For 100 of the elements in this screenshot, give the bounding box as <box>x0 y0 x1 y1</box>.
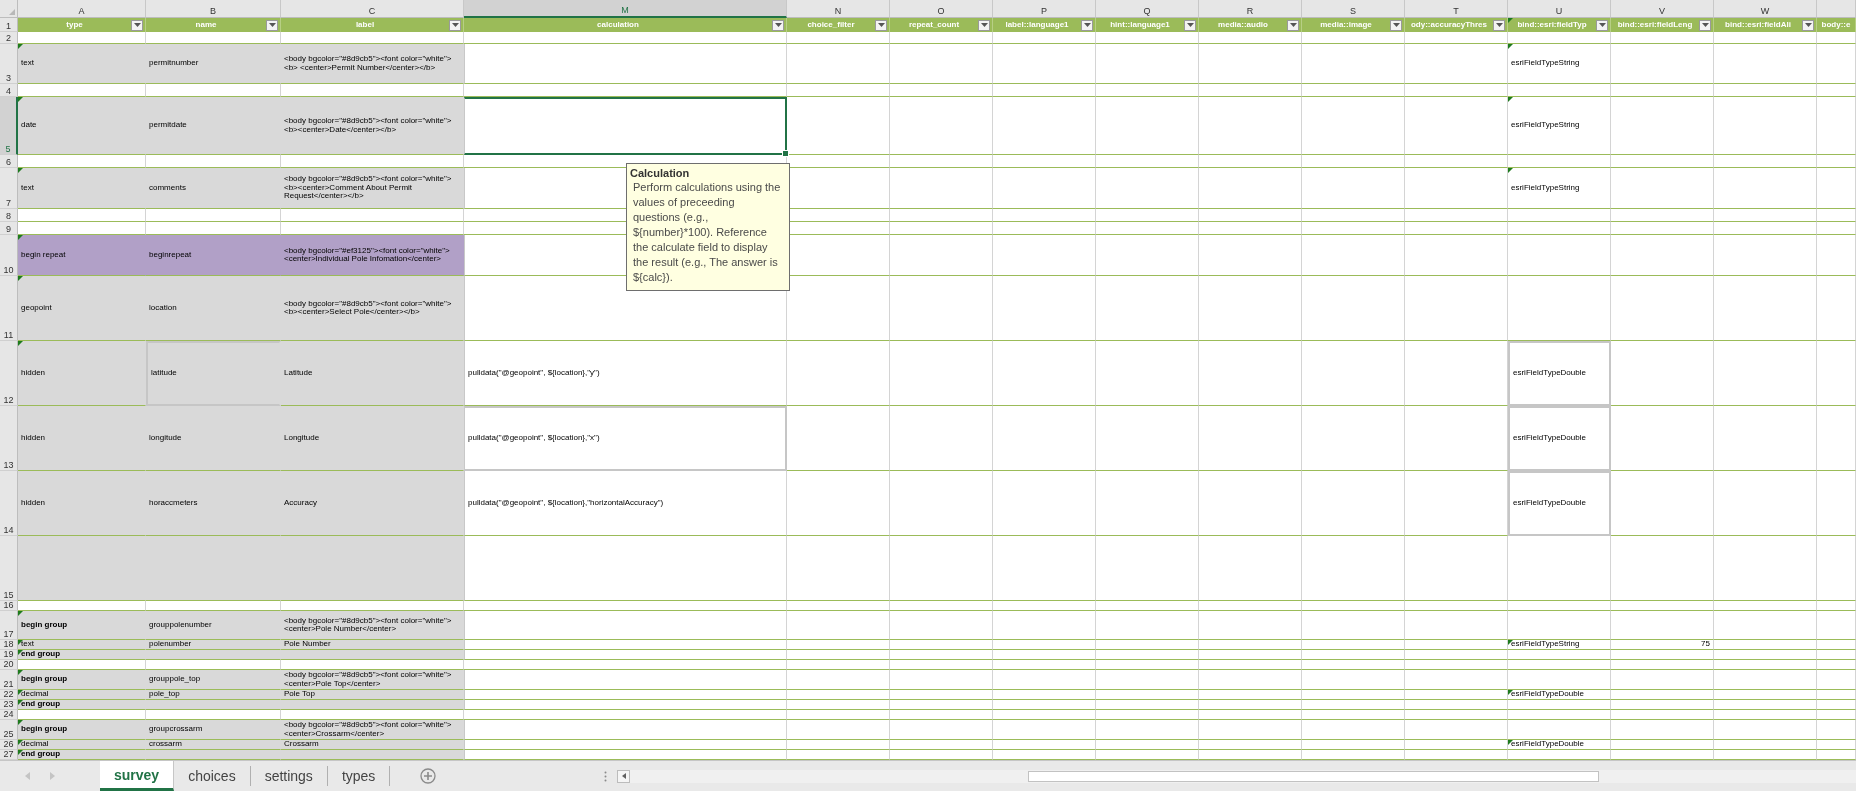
table-cell: location <box>146 276 281 341</box>
table-cell: esriFieldTypeDouble <box>1508 406 1611 471</box>
row-header[interactable]: 14 <box>0 471 18 536</box>
row-header[interactable]: 1 <box>0 18 18 32</box>
table-cell <box>1817 601 1856 611</box>
column-title: bind::esri:fieldTyp <box>1516 20 1588 30</box>
column-header[interactable]: O <box>890 0 993 18</box>
more-icon[interactable] <box>604 770 608 782</box>
row-header[interactable]: 8 <box>0 209 18 222</box>
column-title: name <box>194 20 218 30</box>
column-header[interactable]: W <box>1714 0 1817 18</box>
table-cell: crossarm <box>146 740 281 750</box>
table-cell: Latitude <box>281 341 464 406</box>
filter-button[interactable] <box>1596 19 1608 31</box>
caret-icon <box>621 773 626 779</box>
sheet-tab[interactable]: choices <box>174 766 251 786</box>
sheet-tab[interactable]: survey <box>100 761 175 791</box>
add-sheet-icon[interactable] <box>420 768 437 784</box>
table-cell <box>1817 235 1856 276</box>
caret-icon <box>1392 23 1400 27</box>
filter-button[interactable] <box>1390 19 1402 31</box>
table-cell: Pole Number <box>281 640 464 650</box>
caret-icon <box>133 23 141 27</box>
caret-icon <box>1598 23 1606 27</box>
filter-button[interactable] <box>772 19 784 31</box>
row-header[interactable]: 9 <box>0 222 18 235</box>
caret-icon <box>1804 23 1812 27</box>
caret-icon <box>980 23 988 27</box>
filter-button[interactable] <box>1287 19 1299 31</box>
row-header[interactable]: 6 <box>0 155 18 168</box>
column-title: hint::language1 <box>1109 20 1171 30</box>
sheet-tab[interactable]: settings <box>250 766 328 786</box>
table-cell: 75 <box>1611 640 1714 650</box>
row-header[interactable]: 10 <box>0 235 18 276</box>
row-header[interactable]: 21 <box>0 670 18 690</box>
table-cell <box>1817 700 1856 710</box>
row-header[interactable]: 13 <box>0 406 18 471</box>
row-header[interactable]: 7 <box>0 168 18 209</box>
column-header[interactable]: C <box>281 0 464 18</box>
column-title: media::image <box>1319 20 1373 30</box>
scroll-thumb[interactable] <box>1028 770 1600 782</box>
table-cell <box>1817 222 1856 235</box>
scroll-left-button[interactable] <box>617 769 631 783</box>
sheet-tab[interactable]: types <box>327 766 391 786</box>
row-header[interactable]: 5 <box>0 97 18 155</box>
row-header[interactable]: 25 <box>0 720 18 740</box>
table-cell: text <box>18 44 146 84</box>
filter-button[interactable] <box>1081 19 1093 31</box>
table-cell: permitnumber <box>146 44 281 84</box>
table-cell <box>1817 660 1856 670</box>
row-header[interactable]: 11 <box>0 276 18 341</box>
caret-icon <box>1701 23 1709 27</box>
table-cell: Pole Top <box>281 690 464 700</box>
table-cell: beginrepeat <box>146 235 281 276</box>
filter-button[interactable] <box>1802 19 1814 31</box>
table-cell: pulldata("@geopoint", ${location},"x") <box>464 406 787 471</box>
row-header[interactable]: 12 <box>0 341 18 406</box>
column-header[interactable]: P <box>993 0 1096 18</box>
column-header[interactable]: R <box>1199 0 1302 18</box>
column-header[interactable]: A <box>18 0 146 18</box>
filter-button[interactable] <box>1184 19 1196 31</box>
filter-button[interactable] <box>1699 19 1711 31</box>
filter-button[interactable] <box>449 19 461 31</box>
filter-button[interactable] <box>875 19 887 31</box>
column-header[interactable]: T <box>1405 0 1508 18</box>
table-cell: begin repeat <box>18 235 146 276</box>
table-cell: <body bgcolor="#8d9cb5"><font color="white"><center>Crossarm</center> <box>281 720 464 740</box>
fill-handle[interactable] <box>782 150 789 157</box>
row-header[interactable]: 3 <box>0 44 18 84</box>
filter-button[interactable] <box>978 19 990 31</box>
column-header[interactable]: S <box>1302 0 1405 18</box>
table-cell: <body bgcolor="#ef3125"><font color="white"><center>Individual Pole Infomation</center> <box>281 235 464 276</box>
tooltip-title: Calculation <box>630 167 691 180</box>
table-cell: latitude <box>146 341 281 406</box>
caret-icon <box>774 23 782 27</box>
row-header[interactable]: 17 <box>0 611 18 640</box>
column-title: body::e <box>1820 20 1852 30</box>
caret-icon <box>1186 23 1194 27</box>
column-header[interactable]: M <box>464 0 787 18</box>
filter-button[interactable] <box>131 19 143 31</box>
table-cell <box>1817 750 1856 760</box>
filter-button[interactable] <box>1493 19 1505 31</box>
table-cell: pole_top <box>146 690 281 700</box>
table-cell <box>1817 97 1856 155</box>
column-header[interactable]: V <box>1611 0 1714 18</box>
column-header[interactable]: U <box>1508 0 1611 18</box>
row-header[interactable]: 2 <box>0 32 18 44</box>
column-title: type <box>65 20 84 30</box>
column-header[interactable]: Q <box>1096 0 1199 18</box>
filter-button[interactable] <box>266 19 278 31</box>
column-title: choice_filter <box>806 20 856 30</box>
column-header[interactable]: B <box>146 0 281 18</box>
table-cell <box>1817 740 1856 750</box>
table-cell: begin group <box>18 670 146 690</box>
column-title: label <box>354 20 376 30</box>
table-cell: Accuracy <box>281 471 464 536</box>
column-header[interactable]: N <box>787 0 890 18</box>
table-cell: pulldata("@geopoint", ${location},"horizontalAccuracy") <box>464 471 787 536</box>
row-header[interactable]: 4 <box>0 84 18 97</box>
row-header[interactable]: 15 <box>0 536 18 601</box>
